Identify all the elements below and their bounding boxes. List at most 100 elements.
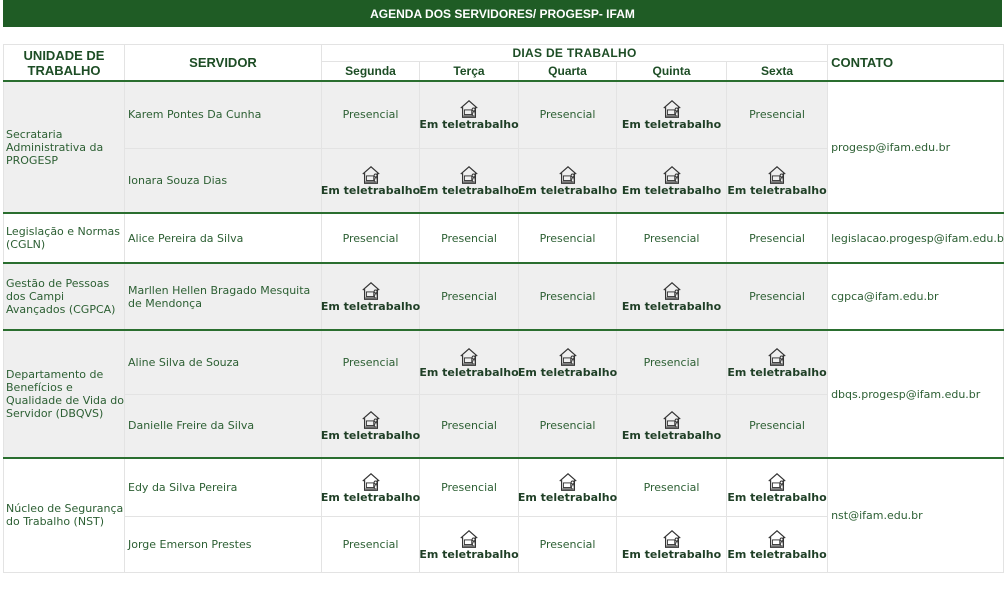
status-label: Presencial xyxy=(342,355,399,369)
schedule-table: UNIDADE DE TRABALHO SERVIDOR DIAS DE TRA… xyxy=(3,44,1004,573)
day-status-cell: Em teletrabalho xyxy=(321,393,420,459)
header-unidade: UNIDADE DE TRABALHO xyxy=(3,44,125,82)
unit-name: Núcleo de Segurança do Trabalho (NST) xyxy=(3,457,125,573)
status-label: Presencial xyxy=(749,290,805,303)
header-day-segunda: Segunda xyxy=(321,61,420,82)
table-row: Núcleo de Segurança do Trabalho (NST) Edy… xyxy=(3,457,1004,573)
day-status-cell: Presencial xyxy=(518,212,617,264)
status-label: Em teletrabalho xyxy=(621,118,722,132)
day-status-cell: Em teletrabalho xyxy=(725,515,829,573)
day-status-cell: Presencial xyxy=(321,80,420,149)
servidor-name: Karem Pontes Da Cunha xyxy=(124,80,322,149)
teletrabalho-status: Em teletrabalho xyxy=(518,471,617,504)
day-status-cell: Em teletrabalho xyxy=(725,329,829,395)
day-status-cell: Presencial xyxy=(518,80,617,149)
status-label: Em teletrabalho xyxy=(517,183,618,197)
day-status-cell: Presencial xyxy=(616,457,727,517)
status-label: Presencial xyxy=(539,290,596,303)
day-status-cell: Presencial xyxy=(725,262,829,331)
teletrabalho-status: Em teletrabalho xyxy=(320,280,421,313)
day-status-cell: Presencial xyxy=(725,80,829,149)
header-day-quinta: Quinta xyxy=(616,61,727,82)
teletrabalho-status: Em teletrabalho xyxy=(517,164,618,197)
teleworker-icon xyxy=(361,281,380,300)
day-status-cell: Em teletrabalho xyxy=(517,147,618,214)
teleworker-icon xyxy=(558,347,577,366)
day-status-cell: Em teletrabalho xyxy=(518,329,617,395)
status-label: Em teletrabalho xyxy=(621,429,722,443)
status-label: Em teletrabalho xyxy=(320,300,421,313)
contact-email[interactable]: progesp@ifam.edu.br xyxy=(827,80,1004,214)
status-label: Presencial xyxy=(643,231,700,245)
teleworker-icon xyxy=(460,347,478,366)
day-status-cell: Em teletrabalho xyxy=(320,262,421,331)
teleworker-icon xyxy=(662,411,681,430)
teleworker-icon xyxy=(662,165,681,184)
day-status-cell: Em teletrabalho xyxy=(419,147,519,214)
teleworker-icon xyxy=(558,165,577,184)
day-status-cell: Presencial xyxy=(518,515,617,573)
status-label: Em teletrabalho xyxy=(727,365,827,379)
day-status-cell: Em teletrabalho xyxy=(616,147,727,214)
day-status-cell: Presencial xyxy=(616,329,727,395)
status-label: Em teletrabalho xyxy=(320,490,421,504)
status-label: Presencial xyxy=(749,231,805,245)
status-label: Presencial xyxy=(749,419,805,433)
day-status-cell: Em teletrabalho xyxy=(616,515,727,573)
unit-name: Gestão de Pessoas dos Campi Avançados (C… xyxy=(3,262,125,331)
contact-email[interactable]: dbqs.progesp@ifam.edu.br xyxy=(827,329,1004,459)
header-day-quarta: Quarta xyxy=(518,61,617,82)
teletrabalho-status: Em teletrabalho xyxy=(419,346,519,379)
table-row: Secrataria Administrativa da PROGESP Kare… xyxy=(3,80,1004,214)
teleworker-icon xyxy=(460,165,478,184)
day-status-cell: Presencial xyxy=(419,457,519,517)
status-label: Em teletrabalho xyxy=(621,547,722,561)
contact-email[interactable]: cgpca@ifam.edu.br xyxy=(827,262,1004,331)
day-status-cell: Presencial xyxy=(419,393,519,459)
day-status-cell: Em teletrabalho xyxy=(320,147,421,214)
contact-email[interactable]: legislacao.progesp@ifam.edu.br xyxy=(827,212,1004,264)
servidor-name: Danielle Freire da Silva xyxy=(124,393,322,459)
status-label: Presencial xyxy=(342,231,399,245)
status-label: Em teletrabalho xyxy=(621,183,722,197)
day-status-cell: Presencial xyxy=(518,393,617,459)
header-contato: CONTATO xyxy=(827,44,1004,82)
day-status-cell: Em teletrabalho xyxy=(725,457,829,517)
teleworker-icon xyxy=(768,347,786,366)
day-status-cell: Presencial xyxy=(321,515,420,573)
teleworker-icon xyxy=(662,281,681,300)
day-status-cell: Presencial xyxy=(725,212,829,264)
unit-name: Secrataria Administrativa da PROGESP xyxy=(3,80,125,214)
teletrabalho-status: Em teletrabalho xyxy=(617,528,726,561)
teleworker-icon xyxy=(558,472,577,491)
teletrabalho-status: Em teletrabalho xyxy=(320,471,421,504)
teletrabalho-status: Em teletrabalho xyxy=(321,409,420,442)
status-label: Em teletrabalho xyxy=(621,300,722,313)
day-status-cell: Presencial xyxy=(518,262,617,331)
teletrabalho-status: Em teletrabalho xyxy=(518,346,617,379)
teletrabalho-status: Em teletrabalho xyxy=(419,98,519,131)
teleworker-icon xyxy=(662,100,681,119)
teleworker-icon xyxy=(460,529,478,548)
day-status-cell: Presencial xyxy=(616,212,727,264)
day-status-cell: Presencial xyxy=(321,329,420,395)
contact-email[interactable]: nst@ifam.edu.br xyxy=(827,457,1004,573)
day-status-cell: Em teletrabalho xyxy=(616,393,727,459)
teleworker-icon xyxy=(768,165,786,184)
status-label: Presencial xyxy=(643,355,700,369)
teletrabalho-status: Em teletrabalho xyxy=(727,528,827,561)
servidor-name: Ionara Souza Dias xyxy=(124,147,322,214)
teletrabalho-status: Em teletrabalho xyxy=(419,164,519,197)
status-label: Presencial xyxy=(441,231,497,245)
day-status-cell: Em teletrabalho xyxy=(616,262,727,331)
teletrabalho-status: Em teletrabalho xyxy=(617,409,726,442)
status-label: Em teletrabalho xyxy=(419,183,519,197)
teleworker-icon xyxy=(361,411,380,430)
header-day-terca: Terça xyxy=(419,61,519,82)
teletrabalho-status: Em teletrabalho xyxy=(617,164,726,197)
day-status-cell: Presencial xyxy=(419,212,519,264)
servidor-name: Aline Silva de Souza xyxy=(124,329,322,395)
status-label: Em teletrabalho xyxy=(320,183,421,197)
teleworker-icon xyxy=(662,529,681,548)
status-label: Presencial xyxy=(643,480,700,494)
